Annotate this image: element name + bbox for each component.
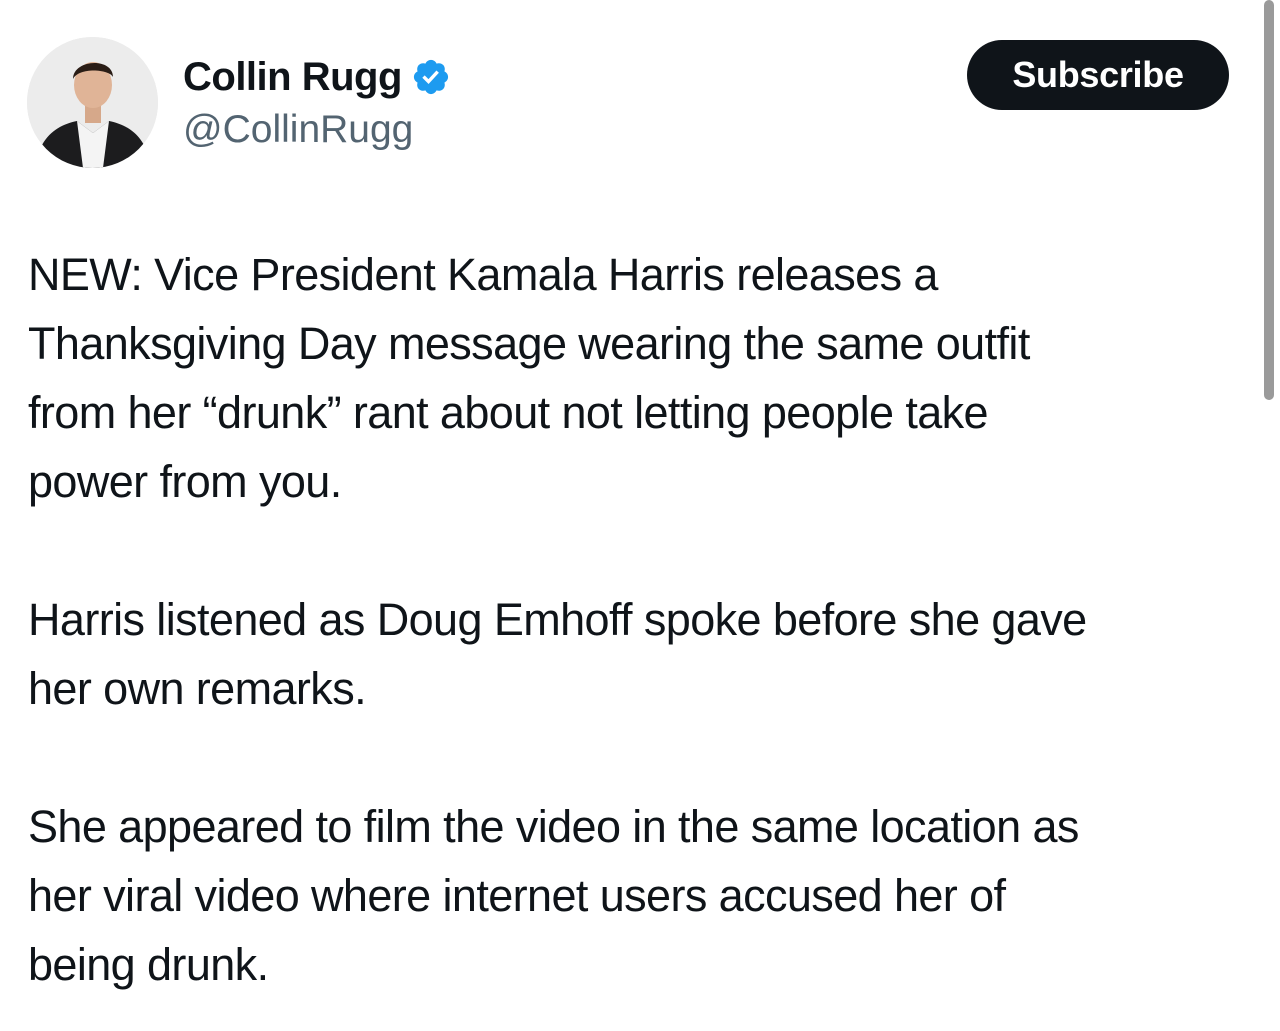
- avatar[interactable]: [27, 37, 158, 168]
- text-line: Thanksgiving Day message wearing the sam…: [28, 318, 1030, 369]
- handle[interactable]: @CollinRugg: [183, 106, 451, 154]
- author-info: Collin Rugg @CollinRugg: [183, 52, 451, 154]
- tweet-card: Collin Rugg @CollinRugg Subscribe NEW: V…: [0, 0, 1262, 1031]
- tweet-text: NEW: Vice President Kamala Harris releas…: [28, 240, 1256, 999]
- name-row: Collin Rugg: [183, 52, 451, 102]
- tweet-paragraph: She appeared to film the video in the sa…: [28, 792, 1256, 999]
- text-line: Harris listened as Doug Emhoff spoke bef…: [28, 594, 1087, 645]
- text-line: her own remarks.: [28, 663, 367, 714]
- tweet-paragraph: Harris listened as Doug Emhoff spoke bef…: [28, 585, 1256, 723]
- verified-badge-icon: [411, 57, 451, 97]
- text-line: power from you.: [28, 456, 342, 507]
- scrollbar[interactable]: [1264, 0, 1274, 400]
- subscribe-button[interactable]: Subscribe: [967, 40, 1229, 110]
- avatar-photo: [27, 37, 158, 168]
- text-line: from her “drunk” rant about not letting …: [28, 387, 989, 438]
- display-name[interactable]: Collin Rugg: [183, 52, 402, 102]
- text-line: NEW: Vice President Kamala Harris releas…: [28, 249, 938, 300]
- tweet-paragraph: NEW: Vice President Kamala Harris releas…: [28, 240, 1256, 516]
- text-line: She appeared to film the video in the sa…: [28, 801, 1079, 852]
- text-line: her viral video where internet users acc…: [28, 870, 1006, 921]
- text-line: being drunk.: [28, 939, 269, 990]
